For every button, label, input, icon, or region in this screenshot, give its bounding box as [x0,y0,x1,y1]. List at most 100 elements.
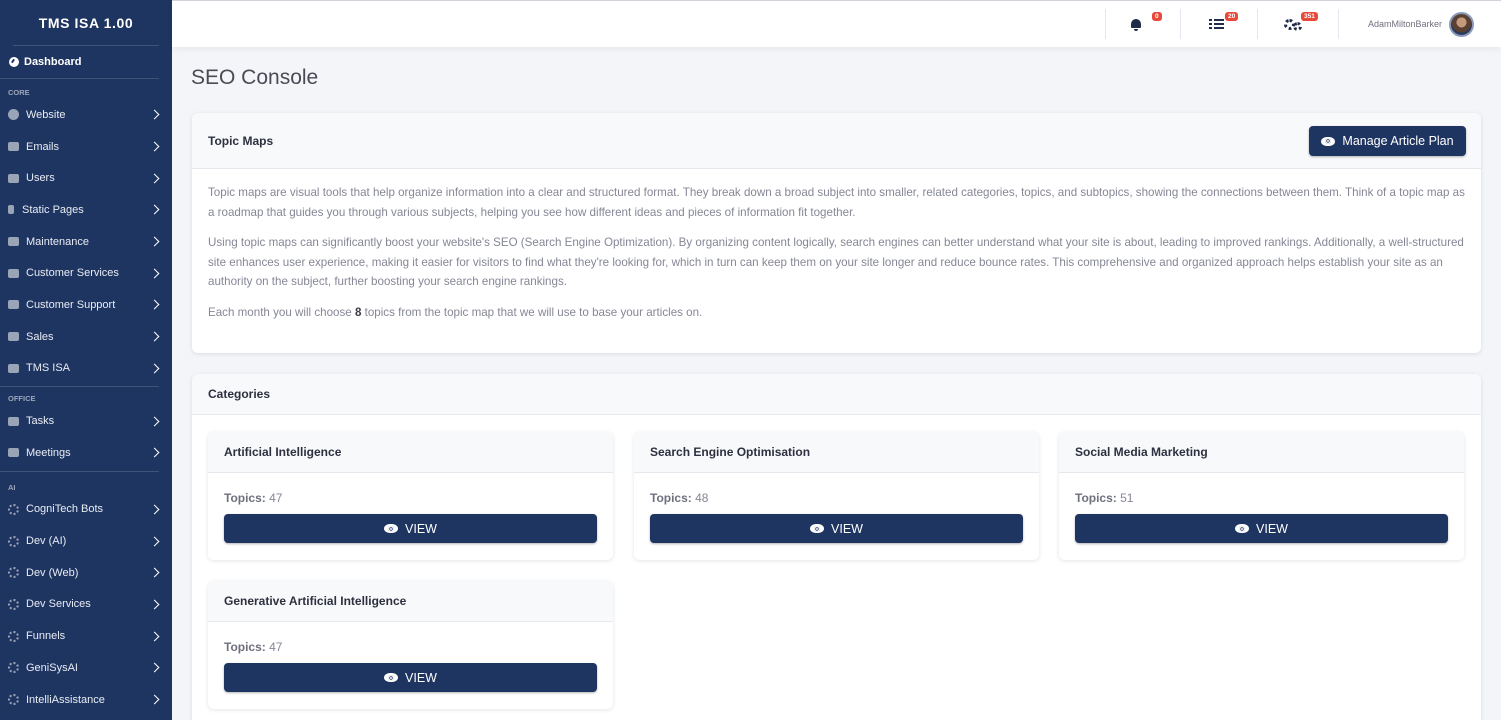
topics-label: Topics: [650,491,692,505]
sidebar-section-office: OFFICE [8,394,36,404]
category-name: Social Media Marketing [1075,445,1208,459]
topic-maps-paragraph: Each month you will choose 8 topics from… [208,303,1465,323]
gear-icon [8,630,19,642]
sidebar-item-label: IntelliAssistance [26,693,105,706]
sidebar-item-tasks[interactable]: Tasks [0,405,172,437]
sidebar-item-label: Meetings [26,446,71,459]
chevron-right-icon [149,447,160,458]
category-card: Generative Artificial Intelligence Topic… [208,581,613,709]
sidebar-item-label: Dev Services [26,598,91,611]
cogs-icon [1284,17,1302,31]
category-card: Social Media Marketing Topics: 51 VIEW [1059,432,1464,560]
topbar-divider [1105,9,1106,39]
topics-label: Topics: [224,491,266,505]
avatar [1449,11,1475,37]
chevron-right-icon [149,109,160,120]
user-menu[interactable]: AdamMiltonBarker [1361,1,1481,47]
button-label: VIEW [405,670,437,685]
sidebar: TMS ISA 1.00 Dashboard CORE Website Emai… [0,0,172,720]
sidebar-item-label: Static Pages [22,203,84,216]
view-button[interactable]: VIEW [1075,514,1448,543]
topic-maps-card: Topic Maps Manage Article Plan Topic map… [192,113,1481,353]
tasks-button[interactable] [1204,1,1228,47]
sidebar-item-customer-support[interactable]: Customer Support [0,289,172,321]
list-icon [8,300,19,310]
sidebar-item-label: Funnels [26,630,66,643]
dashboard-icon [9,57,19,67]
button-label: VIEW [1256,521,1288,536]
settings-badge: 351 [1301,12,1318,21]
topics-count: 51 [1120,491,1134,505]
sidebar-item-website[interactable]: Website [0,99,172,131]
chevron-right-icon [149,363,160,374]
eye-icon [1321,136,1336,146]
view-button[interactable]: VIEW [224,663,597,692]
sidebar-item-dev-ai[interactable]: Dev (AI) [0,525,172,557]
chevron-right-icon [149,662,160,673]
sidebar-item-label: TMS ISA [26,362,71,375]
notifications-button[interactable] [1124,1,1148,47]
view-button[interactable]: VIEW [650,514,1023,543]
sidebar-item-intelliassistance[interactable]: IntelliAssistance [0,684,172,716]
gear-icon [8,662,19,674]
sidebar-item-genisysai[interactable]: GeniSysAI [0,652,172,684]
users-icon [8,173,19,183]
sidebar-item-label: GeniSysAI [26,661,78,674]
sidebar-item-label: CogniTech Bots [26,503,104,516]
chevron-right-icon [149,567,160,578]
gear-icon [8,503,19,515]
category-topics: Topics: 48 [650,491,708,505]
button-label: VIEW [831,521,863,536]
sidebar-item-cognitech-bots[interactable]: CogniTech Bots [0,494,172,526]
sidebar-item-sales[interactable]: Sales [0,321,172,353]
tasks-icon [8,416,19,426]
topbar-divider [1180,9,1181,39]
sidebar-item-dashboard[interactable]: Dashboard [0,46,159,79]
sidebar-item-meetings[interactable]: Meetings [0,437,172,469]
eye-icon [384,673,399,682]
chevron-right-icon [149,631,160,642]
eye-icon [384,524,399,533]
sidebar-item-dev-web[interactable]: Dev (Web) [0,557,172,589]
sidebar-item-funnels[interactable]: Funnels [0,620,172,652]
sidebar-item-label: Tasks [26,415,55,428]
category-header: Social Media Marketing [1059,432,1464,473]
topics-count: 48 [695,491,709,505]
list-icon [8,332,19,342]
chevron-right-icon [149,236,160,247]
chevron-right-icon [149,268,160,279]
sidebar-item-maintenance[interactable]: Maintenance [0,226,172,258]
categories-header: Categories [192,374,1481,415]
topic-maps-body: Topic maps are visual tools that help or… [192,169,1481,347]
category-header: Generative Artificial Intelligence [208,581,613,622]
sidebar-item-static-pages[interactable]: Static Pages [0,194,172,226]
chevron-right-icon [149,599,160,610]
settings-button[interactable] [1280,1,1306,47]
sidebar-item-dev-services[interactable]: Dev Services [0,589,172,621]
topic-maps-header: Topic Maps [192,113,1481,169]
user-name: AdamMiltonBarker [1367,19,1443,29]
calendar-icon [8,448,19,458]
sidebar-item-label: Dev (Web) [26,566,79,579]
category-topics: Topics: 47 [224,491,282,505]
eye-icon [1235,524,1250,533]
category-header: Search Engine Optimisation [634,432,1039,473]
sidebar-item-customer-services[interactable]: Customer Services [0,257,172,289]
sidebar-item-tms-isa[interactable]: TMS ISA [0,353,172,385]
view-button[interactable]: VIEW [224,514,597,543]
topic-maps-paragraph: Topic maps are visual tools that help or… [208,186,1465,219]
category-header: Artificial Intelligence [208,432,613,473]
category-card: Search Engine Optimisation Topics: 48 VI… [634,432,1039,560]
tasks-icon [1208,18,1224,30]
chevron-right-icon [149,536,160,547]
file-icon [8,205,14,215]
manage-article-plan-button[interactable]: Manage Article Plan [1309,126,1466,156]
app-title[interactable]: TMS ISA 1.00 [13,0,159,46]
text-fragment: topics from the topic map that we will u… [361,305,703,319]
topbar-divider [1338,9,1339,39]
button-label: Manage Article Plan [1342,134,1454,148]
sidebar-item-emails[interactable]: Emails [0,131,172,163]
sidebar-item-users[interactable]: Users [0,162,172,194]
category-topics: Topics: 47 [224,640,282,654]
chevron-right-icon [149,694,160,705]
